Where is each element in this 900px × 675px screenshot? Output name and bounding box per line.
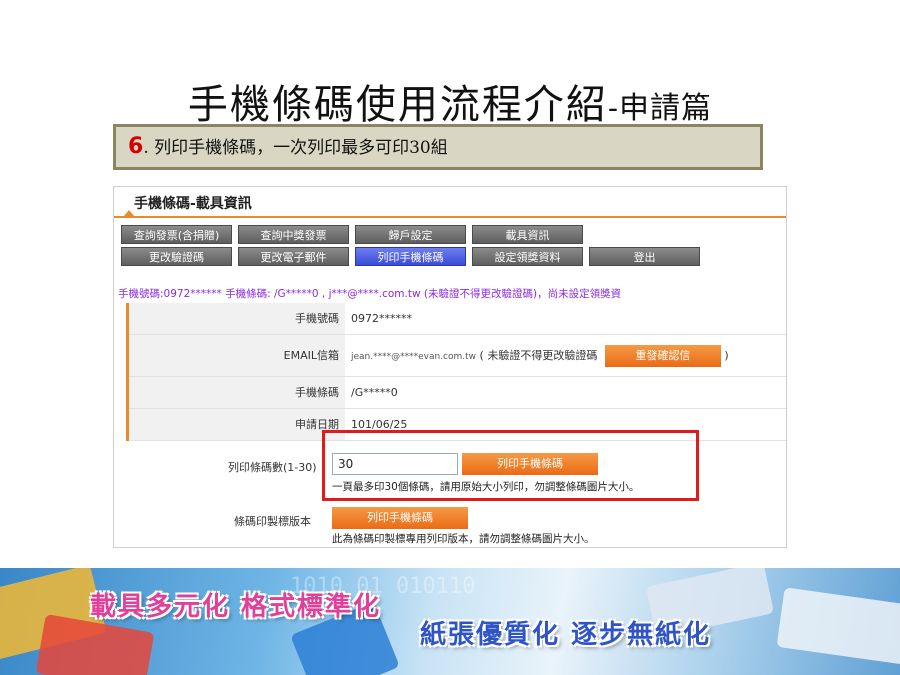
nav-query-invoice[interactable]: 查詢發票(含捐贈) — [121, 225, 232, 244]
email-note-close: ) — [724, 349, 729, 362]
highlight-box — [322, 430, 699, 501]
email-note: ( 未驗證不得更改驗證碼 — [479, 349, 598, 362]
row-label: 手機條碼 — [129, 377, 345, 408]
card-decoration — [35, 613, 155, 675]
step-number: 6 — [128, 134, 144, 159]
status-notice: 手機號碼:0972****** 手機條碼: /G*****0 , j***@**… — [118, 288, 622, 300]
print-count-label: 列印條碼數(1-30) — [228, 461, 317, 474]
step-caption: 6. 列印手機條碼，一次列印最多可印30組 — [113, 124, 763, 170]
print-alt-hint: 此為條碼印製標專用列印版本，請勿調整條碼圖片大小。 — [332, 533, 595, 545]
card-decoration — [776, 587, 900, 665]
slide-title-sub: -申請篇 — [607, 91, 713, 126]
step-text: . 列印手機條碼，一次列印最多可印30組 — [143, 138, 448, 158]
banner-slogan-1: 載具多元化 格式標準化 — [90, 592, 382, 622]
carrier-info-table: 手機號碼 0972****** EMAIL信箱 jean.****@****ev… — [126, 303, 786, 441]
row-value: 0972****** — [345, 303, 786, 334]
table-row: 手機條碼 /G*****0 — [129, 377, 786, 409]
promo-banner: 1010 01 010110 載具多元化 格式標準化 紙張優質化 逐步無紙化 — [0, 568, 900, 675]
row-label: 申請日期 — [129, 409, 345, 440]
nav-logout[interactable]: 登出 — [589, 247, 700, 266]
nav-prize-settings[interactable]: 設定領獎資料 — [472, 247, 583, 266]
table-row: 手機號碼 0972****** — [129, 303, 786, 335]
website-screenshot: 手機條碼-載具資訊 查詢發票(含捐贈) 查詢中獎發票 歸戶設定 載具資訊 更改驗… — [113, 186, 787, 548]
print-alt-label: 條碼印製標版本 — [234, 515, 311, 528]
resend-confirmation-button[interactable]: 重發確認信 — [604, 345, 721, 367]
print-alt-barcode-button[interactable]: 列印手機條碼 — [332, 507, 468, 529]
nav-print-barcode[interactable]: 列印手機條碼 — [355, 247, 466, 266]
row-value: /G*****0 — [345, 377, 786, 408]
nav-carrier-info[interactable]: 載具資訊 — [472, 225, 583, 244]
header-divider — [114, 216, 786, 218]
row-label: 手機號碼 — [129, 303, 345, 334]
nav-query-winning[interactable]: 查詢中獎發票 — [238, 225, 349, 244]
row-label: EMAIL信箱 — [129, 335, 345, 376]
slide-title-main: 手機條碼使用流程介紹 — [187, 82, 608, 128]
web-header-title: 手機條碼-載具資訊 — [134, 196, 252, 212]
email-value-cell: jean.****@****evan.com.tw ( 未驗證不得更改驗證碼 重… — [345, 335, 786, 376]
slide-title: 手機條碼使用流程介紹-申請篇 — [0, 72, 900, 130]
nav-change-code[interactable]: 更改驗證碼 — [121, 247, 232, 266]
nav-change-email[interactable]: 更改電子郵件 — [238, 247, 349, 266]
nav-account-settings[interactable]: 歸戶設定 — [355, 225, 466, 244]
web-header: 手機條碼-載具資訊 — [114, 187, 786, 219]
email-value: jean.****@****evan.com.tw — [351, 352, 477, 362]
banner-slogan-2: 紙張優質化 逐步無紙化 — [420, 620, 712, 650]
table-row: EMAIL信箱 jean.****@****evan.com.tw ( 未驗證不… — [129, 335, 786, 377]
